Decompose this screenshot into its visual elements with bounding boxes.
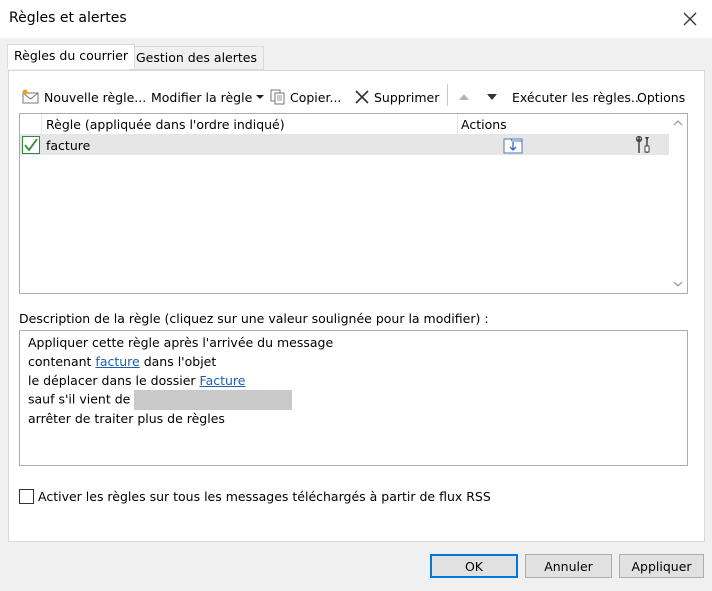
tab-strip: Règles du courrier Gestion des alertes	[0, 38, 712, 70]
scroll-up-icon	[673, 120, 683, 126]
rss-label[interactable]: Activer les règles sur tous les messages…	[38, 489, 491, 504]
tab-rules[interactable]: Règles du courrier	[7, 44, 136, 69]
new-rule-label: Nouvelle règle...	[44, 89, 147, 105]
modify-rule-label: Modifier la règle	[151, 89, 253, 105]
description-line: Appliquer cette règle après l'arrivée du…	[28, 335, 334, 350]
column-header-rule[interactable]: Règle (appliquée dans l'ordre indiqué)	[46, 117, 285, 132]
rule-name: facture	[46, 138, 91, 153]
arrow-up-icon	[459, 94, 469, 100]
rules-list-header: Règle (appliquée dans l'ordre indiqué) A…	[20, 114, 670, 135]
options-button[interactable]: Options	[637, 87, 685, 107]
move-up-button[interactable]	[458, 87, 473, 107]
close-icon	[683, 12, 697, 26]
apply-button[interactable]: Appliquer	[619, 554, 704, 578]
wrench-icon	[635, 135, 650, 153]
new-rule-button[interactable]: Nouvelle règle...	[21, 87, 146, 107]
rule-action-move	[503, 136, 523, 157]
delete-button[interactable]: Supprimer	[353, 87, 439, 107]
description-label: Description de la règle (cliquez sur une…	[19, 311, 489, 326]
description-text: sauf s'il vient de	[28, 391, 131, 407]
new-rule-icon	[22, 89, 39, 104]
rss-option: Activer les règles sur tous les messages…	[19, 489, 491, 504]
title-bar: Règles et alertes	[0, 0, 712, 38]
rules-list[interactable]: Règle (appliquée dans l'ordre indiqué) A…	[19, 113, 688, 294]
rules-list-scrollbar[interactable]	[669, 114, 687, 293]
ok-button[interactable]: OK	[430, 554, 518, 578]
checkmark-icon	[24, 138, 38, 152]
cancel-button[interactable]: Annuler	[525, 554, 612, 578]
target-folder-link[interactable]: Facture	[200, 373, 246, 388]
rule-enabled-checkbox[interactable]	[22, 136, 40, 154]
description-line: arrêter de traiter plus de règles	[28, 411, 225, 426]
modify-rule-button[interactable]: Modifier la règle	[151, 87, 268, 107]
description-line: sauf s'il vient de	[28, 390, 293, 410]
rss-checkbox[interactable]	[19, 489, 34, 504]
scroll-down-icon	[673, 281, 683, 287]
delete-label: Supprimer	[374, 89, 440, 105]
rules-panel: Nouvelle règle... Modifier la règle Copi…	[8, 70, 705, 542]
description-line: le déplacer dans le dossier Facture	[28, 373, 246, 388]
column-divider	[457, 114, 458, 135]
subject-keyword-link[interactable]: facture	[95, 354, 139, 369]
arrow-down-icon	[487, 94, 497, 100]
toolbar-separator	[447, 84, 448, 106]
tab-alerts[interactable]: Gestion des alertes	[129, 46, 264, 70]
copy-button[interactable]: Copier...	[269, 87, 341, 107]
move-down-button[interactable]	[486, 87, 501, 107]
close-button[interactable]	[675, 6, 705, 32]
description-text: dans l'objet	[139, 354, 217, 369]
window-title: Règles et alertes	[9, 10, 127, 26]
description-text: le déplacer dans le dossier	[28, 373, 200, 388]
copy-label: Copier...	[290, 89, 342, 105]
description-box: Appliquer cette règle après l'arrivée du…	[19, 330, 688, 466]
run-rules-button[interactable]: Exécuter les règles...	[512, 87, 643, 107]
column-header-actions[interactable]: Actions	[461, 117, 507, 132]
dropdown-arrow-icon	[256, 95, 265, 99]
column-divider	[41, 114, 42, 135]
copy-icon	[270, 89, 285, 105]
description-line: contenant facture dans l'objet	[28, 354, 216, 369]
description-text: contenant	[28, 354, 96, 369]
rule-options-button[interactable]	[635, 135, 653, 158]
redacted-sender-link[interactable]	[134, 390, 293, 410]
rule-row[interactable]: facture	[20, 135, 670, 155]
move-to-folder-icon	[503, 138, 523, 154]
delete-icon	[355, 90, 369, 104]
